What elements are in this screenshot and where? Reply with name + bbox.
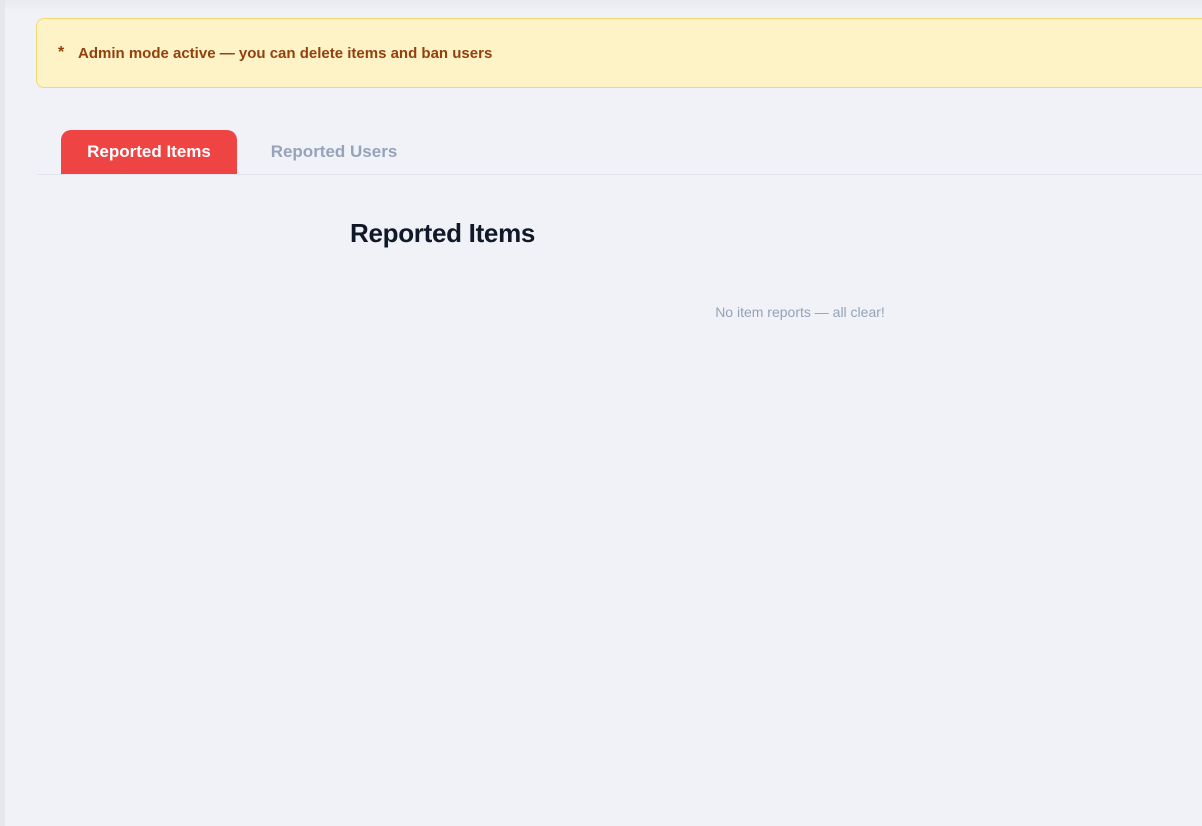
page-title: Reported Items: [350, 218, 536, 248]
banner-text: Admin mode active — you can delete items…: [78, 44, 493, 62]
left-edge-divider: [0, 0, 5, 826]
admin-mode-banner: * Admin mode active — you can delete ite…: [36, 18, 1202, 88]
tab-reported-items[interactable]: Reported Items: [61, 130, 237, 174]
tab-reported-users[interactable]: Reported Users: [257, 130, 411, 174]
asterisk-icon: *: [58, 44, 65, 61]
admin-page: * Admin mode active — you can delete ite…: [0, 0, 1202, 826]
empty-state-message: No item reports — all clear!: [715, 304, 885, 320]
report-tabs: Reported Items Reported Users: [37, 130, 1202, 175]
top-shadow: [5, 0, 1202, 12]
